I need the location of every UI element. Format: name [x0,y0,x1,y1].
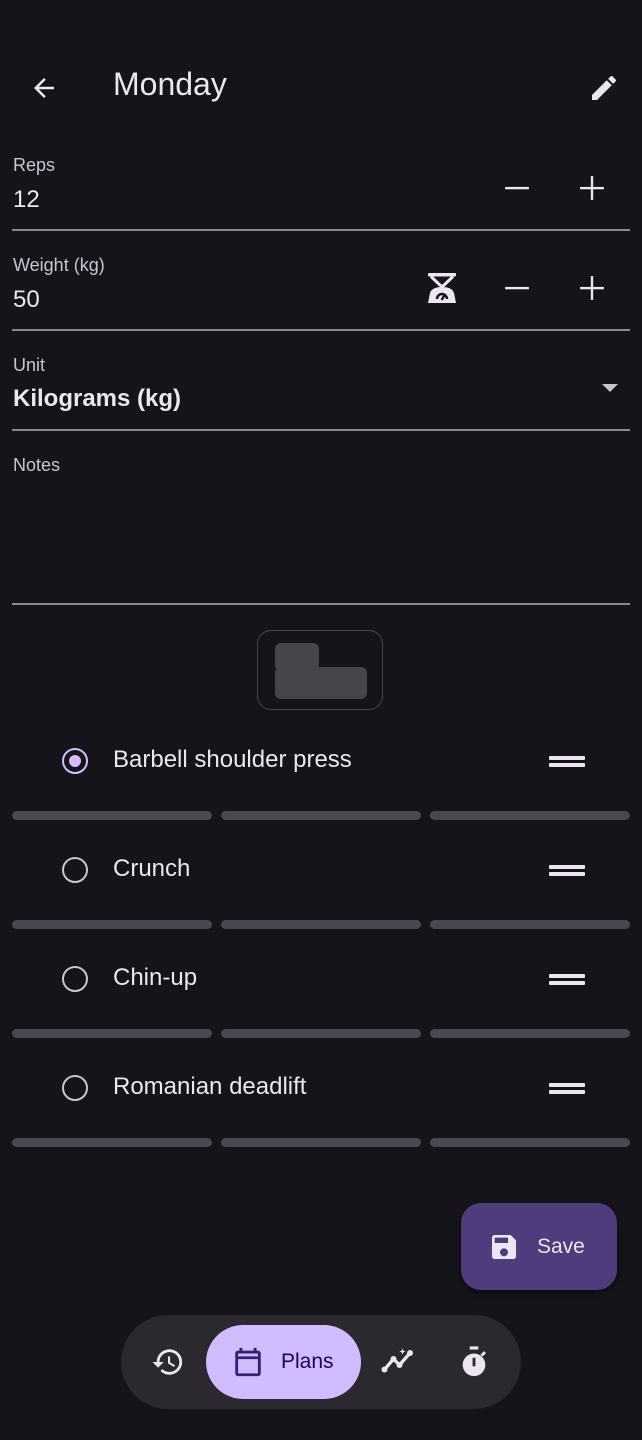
set-progress-bar [12,811,212,820]
unit-selected-value: Kilograms (kg) [13,385,182,412]
page-title: Monday [113,66,227,102]
notes-label: Notes [13,455,61,475]
history-icon [152,1349,183,1375]
set-progress-bar [430,920,630,929]
radio-button[interactable] [62,748,88,774]
reps-input[interactable]: 12 [13,186,40,214]
set-progress-bar [221,920,421,929]
radio-button[interactable] [62,1075,88,1101]
weight-decrement-button[interactable] [489,260,545,316]
scale-icon [428,273,456,303]
unit-dropdown[interactable]: Unit Kilograms (kg) [0,345,642,431]
set-progress-bar [430,1029,630,1038]
image-placeholder-button[interactable] [257,630,383,710]
dropdown-arrow-icon [602,384,618,392]
drag-handle-icon[interactable] [549,863,585,877]
notes-underline [12,603,630,605]
insights-icon [381,1348,413,1373]
set-progress-bar [12,920,212,929]
calendar-icon [235,1347,261,1377]
list-item[interactable]: Barbell shoulder press [0,720,642,802]
weight-input[interactable]: 50 [13,286,40,314]
reps-increment-button[interactable] [564,160,620,216]
save-icon [492,1235,516,1259]
set-progress-bar [430,811,630,820]
drag-handle-icon[interactable] [549,754,585,768]
edit-button[interactable] [576,60,632,116]
set-progress-bar [12,1138,212,1147]
set-progress-bar [221,1138,421,1147]
radio-button[interactable] [62,857,88,883]
weight-underline [12,329,630,331]
minus-icon [505,186,529,190]
back-button[interactable] [16,60,72,116]
notes-field[interactable]: Notes [0,445,642,605]
nav-history-button[interactable] [143,1337,193,1387]
arrow-back-icon [34,78,54,98]
save-button[interactable]: Save [461,1203,617,1290]
pencil-icon [592,75,617,100]
minus-icon [505,286,529,290]
exercise-name: Crunch [113,855,191,882]
unit-underline [12,429,630,431]
scale-button[interactable] [414,260,470,316]
drag-handle-icon[interactable] [549,1081,585,1095]
reps-label: Reps [13,155,56,175]
bottom-navigation: Plans [121,1315,521,1409]
weight-increment-button[interactable] [564,260,620,316]
weight-label: Weight (kg) [13,255,105,275]
set-progress-bar [221,1029,421,1038]
reps-underline [12,229,630,231]
nav-plans-label: Plans [281,1350,334,1373]
list-item[interactable]: Romanian deadlift [0,1047,642,1129]
nav-plans-button[interactable]: Plans [206,1325,361,1399]
save-label: Save [537,1235,585,1258]
plus-icon [580,276,604,300]
drag-handle-icon[interactable] [549,972,585,986]
nav-timer-button[interactable] [449,1337,499,1387]
exercise-name: Barbell shoulder press [113,746,352,773]
timer-icon [462,1346,486,1377]
image-placeholder-icon [275,643,367,699]
set-progress-bar [12,1029,212,1038]
nav-graphs-button[interactable] [373,1337,423,1387]
plus-icon [580,176,604,200]
list-item[interactable]: Crunch [0,829,642,911]
unit-label: Unit [13,355,46,375]
exercise-name: Romanian deadlift [113,1073,307,1100]
list-item[interactable]: Chin-up [0,938,642,1020]
set-progress-bar [221,811,421,820]
reps-decrement-button[interactable] [489,160,545,216]
set-progress-bar [430,1138,630,1147]
radio-button[interactable] [62,966,88,992]
exercise-name: Chin-up [113,964,198,991]
